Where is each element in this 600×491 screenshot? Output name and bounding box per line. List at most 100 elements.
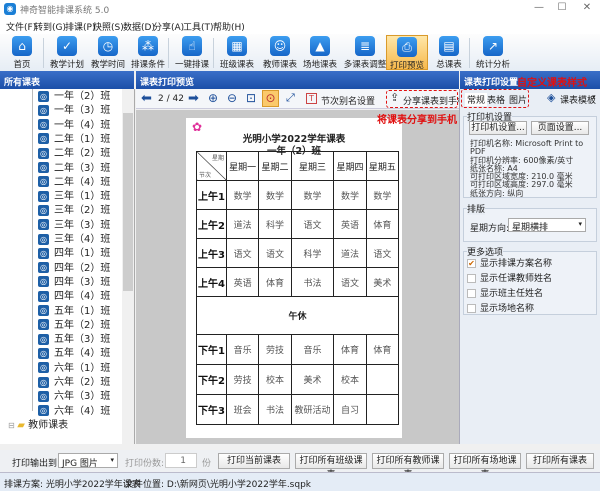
tree-item-class[interactable]: ◎ 四年（4）班 [38, 290, 110, 304]
option-checkbox[interactable]: 显示场地名称 [467, 304, 534, 315]
tree-item-class[interactable]: ◎ 二年（4）班 [38, 176, 110, 190]
tree-item-class[interactable]: ◎ 五年（2）班 [38, 319, 110, 333]
cubes-icon: ⁂ [138, 36, 158, 56]
menu-schedule[interactable]: 排课(P) [65, 20, 95, 33]
subject-cell [365, 394, 400, 425]
prev-page-icon[interactable]: ⬅ [141, 91, 152, 106]
close-button[interactable]: ✕ [576, 2, 598, 16]
toolbar-button-5[interactable]: ▦ 班级课表 [216, 35, 258, 70]
fit-page-icon[interactable]: ⊡ [246, 91, 256, 105]
printer-settings-button[interactable]: 打印机设置... [469, 121, 527, 135]
toolbar-button-11[interactable]: ↗ 统计分析 [472, 35, 514, 70]
toolbar-button-10[interactable]: ▤ 总课表 [428, 35, 470, 70]
print-all-venue-button[interactable]: 打印所有场地课表 [449, 453, 521, 480]
tab-image[interactable]: 图片 [509, 93, 527, 106]
option-checkbox[interactable]: ✔ 显示排课方案名称 [467, 259, 552, 270]
menu-share[interactable]: 分享(A) [153, 20, 184, 33]
tree-item-class[interactable]: ◎ 二年（3）班 [38, 162, 110, 176]
print-all-class-button[interactable]: 打印所有班级课表 [295, 453, 367, 480]
clipboard-icon: ✓ [57, 36, 77, 56]
next-page-icon[interactable]: ➡ [188, 91, 199, 106]
copies-stepper[interactable]: 1 [165, 453, 197, 468]
output-select[interactable]: JPG 图片 ▾ [58, 453, 118, 469]
tree-item-class[interactable]: ◎ 四年（1）班 [38, 247, 110, 261]
share-to-phone-button[interactable]: ⇪ 分享课表到手机 [386, 90, 466, 108]
menu-goto[interactable]: 转到(G) [34, 20, 66, 33]
more-options-title: 更多选项 [467, 245, 504, 258]
option-checkbox[interactable]: 显示班主任姓名 [467, 289, 543, 300]
tree-item-class[interactable]: ◎ 五年（1）班 [38, 305, 110, 319]
tree-item-class[interactable]: ◎ 四年（3）班 [38, 276, 110, 290]
toolbar-label: 统计分析 [475, 60, 510, 70]
tree-item-class[interactable]: ◎ 三年（3）班 [38, 219, 110, 233]
period-label: 上午3 [196, 238, 227, 268]
tree-item-class[interactable]: ◎ 一年（3）班 [38, 104, 110, 118]
tree-item-class[interactable]: ◎ 一年（4）班 [38, 119, 110, 133]
tree-scrollbar-thumb[interactable] [123, 113, 133, 291]
subject-cell: 语文 [365, 238, 400, 268]
menu-snapshot[interactable]: 快照(S) [93, 20, 124, 33]
class-label: 二年（1）班 [54, 133, 111, 145]
toolbar-button-3[interactable]: ⁂ 排课条件 [127, 35, 169, 70]
page-indicator: 2 / 42 [158, 94, 184, 104]
tree-item-class[interactable]: ◎ 四年（2）班 [38, 262, 110, 276]
period-alias-button[interactable]: 节次别名设置 [321, 94, 375, 107]
tree-item-class[interactable]: ◎ 三年（4）班 [38, 233, 110, 247]
print-current-button[interactable]: 打印当前课表 [218, 453, 290, 469]
tree-item-class[interactable]: ◎ 二年（2）班 [38, 147, 110, 161]
class-label: 六年（1）班 [54, 362, 111, 374]
app-logo-icon: ◉ [4, 3, 16, 15]
tree-item-class[interactable]: ◎ 六年（3）班 [38, 390, 110, 404]
period-row: 上午4 英语 体育 书法 语文 美术 [196, 267, 400, 297]
option-checkbox[interactable]: 显示任课教师姓名 [467, 274, 552, 285]
tree-line [32, 89, 33, 411]
minimize-button[interactable]: — [528, 2, 550, 16]
tree-item-class[interactable]: ◎ 二年（1）班 [38, 133, 110, 147]
toolbar-button-7[interactable]: ▲ 场地课表 [299, 35, 341, 70]
subject-cell: 数学 [333, 180, 367, 210]
lunch-break: 午休 [196, 296, 399, 335]
tab-table[interactable]: 表格 [487, 93, 505, 106]
template-dropdown[interactable]: 课表模板 [560, 93, 596, 106]
tree-item-class[interactable]: ◎ 五年（4）班 [38, 347, 110, 361]
class-label: 二年（3）班 [54, 162, 111, 174]
actual-size-icon[interactable]: ⊙ [262, 90, 279, 107]
subject-cell: 美术 [365, 267, 400, 297]
fullscreen-icon[interactable]: ⤢ [286, 91, 295, 105]
menu-tools[interactable]: 工具(T) [183, 20, 214, 33]
tree-item-class[interactable]: ◎ 六年（4）班 [38, 405, 110, 419]
tree-item-class[interactable]: ◎ 三年（1）班 [38, 190, 110, 204]
tree-item-class[interactable]: ◎ 六年（2）班 [38, 376, 110, 390]
tree-item-class[interactable]: ◎ 三年（2）班 [38, 204, 110, 218]
printer-info-line: 纸张方向: 纵向 [470, 188, 524, 198]
toolbar-button-8[interactable]: ≣ 多课表调整 [344, 35, 386, 70]
week-direction-select[interactable]: 星期横排 ▾ [508, 218, 586, 233]
toolbar-button-0[interactable]: ⌂ 首页 [1, 35, 43, 70]
class-label: 六年（4）班 [54, 405, 111, 417]
print-all-teacher-button[interactable]: 打印所有教师课表 [372, 453, 444, 480]
maximize-button[interactable]: ☐ [551, 2, 573, 16]
tab-general[interactable]: 常规 [465, 93, 488, 106]
class-icon: ◎ [38, 190, 49, 202]
tree-folder-teachers[interactable]: ⊟ ▰ 教师课表 [8, 419, 68, 433]
subject-cell: 体育 [333, 334, 367, 365]
chart-icon: ↗ [483, 36, 503, 56]
copies-unit: 份 [202, 459, 212, 469]
tree-item-class[interactable]: ◎ 六年（1）班 [38, 362, 110, 376]
tree-item-class[interactable]: ◎ 五年（3）班 [38, 333, 110, 347]
tree-item-class[interactable]: ◎ 一年（2）班 [38, 90, 110, 104]
page-settings-button[interactable]: 页面设置... [531, 121, 589, 135]
class-icon: ◎ [38, 390, 49, 402]
menu-help[interactable]: 帮助(H) [213, 20, 245, 33]
subject-cell: 数学 [365, 180, 400, 210]
subject-cell: 校本 [333, 364, 367, 395]
zoom-in-icon[interactable]: ⊕ [208, 91, 218, 105]
timetable: 星期 节次 星期一 星期二 星期三 星期四 星期五 上午1 数学 数学 数学 数学 数学 上午2 道法 科学语… [196, 151, 400, 425]
toolbar-button-4[interactable]: ☝ 一键排课 [171, 35, 213, 70]
class-label: 一年（2）班 [54, 91, 111, 102]
print-all-button[interactable]: 打印所有课表 [526, 453, 594, 469]
menu-file[interactable]: 文件(F) [6, 20, 36, 33]
menu-data[interactable]: 数据(D) [123, 20, 155, 33]
subject-cell: 语文 [258, 238, 292, 268]
zoom-out-icon[interactable]: ⊖ [227, 91, 237, 105]
